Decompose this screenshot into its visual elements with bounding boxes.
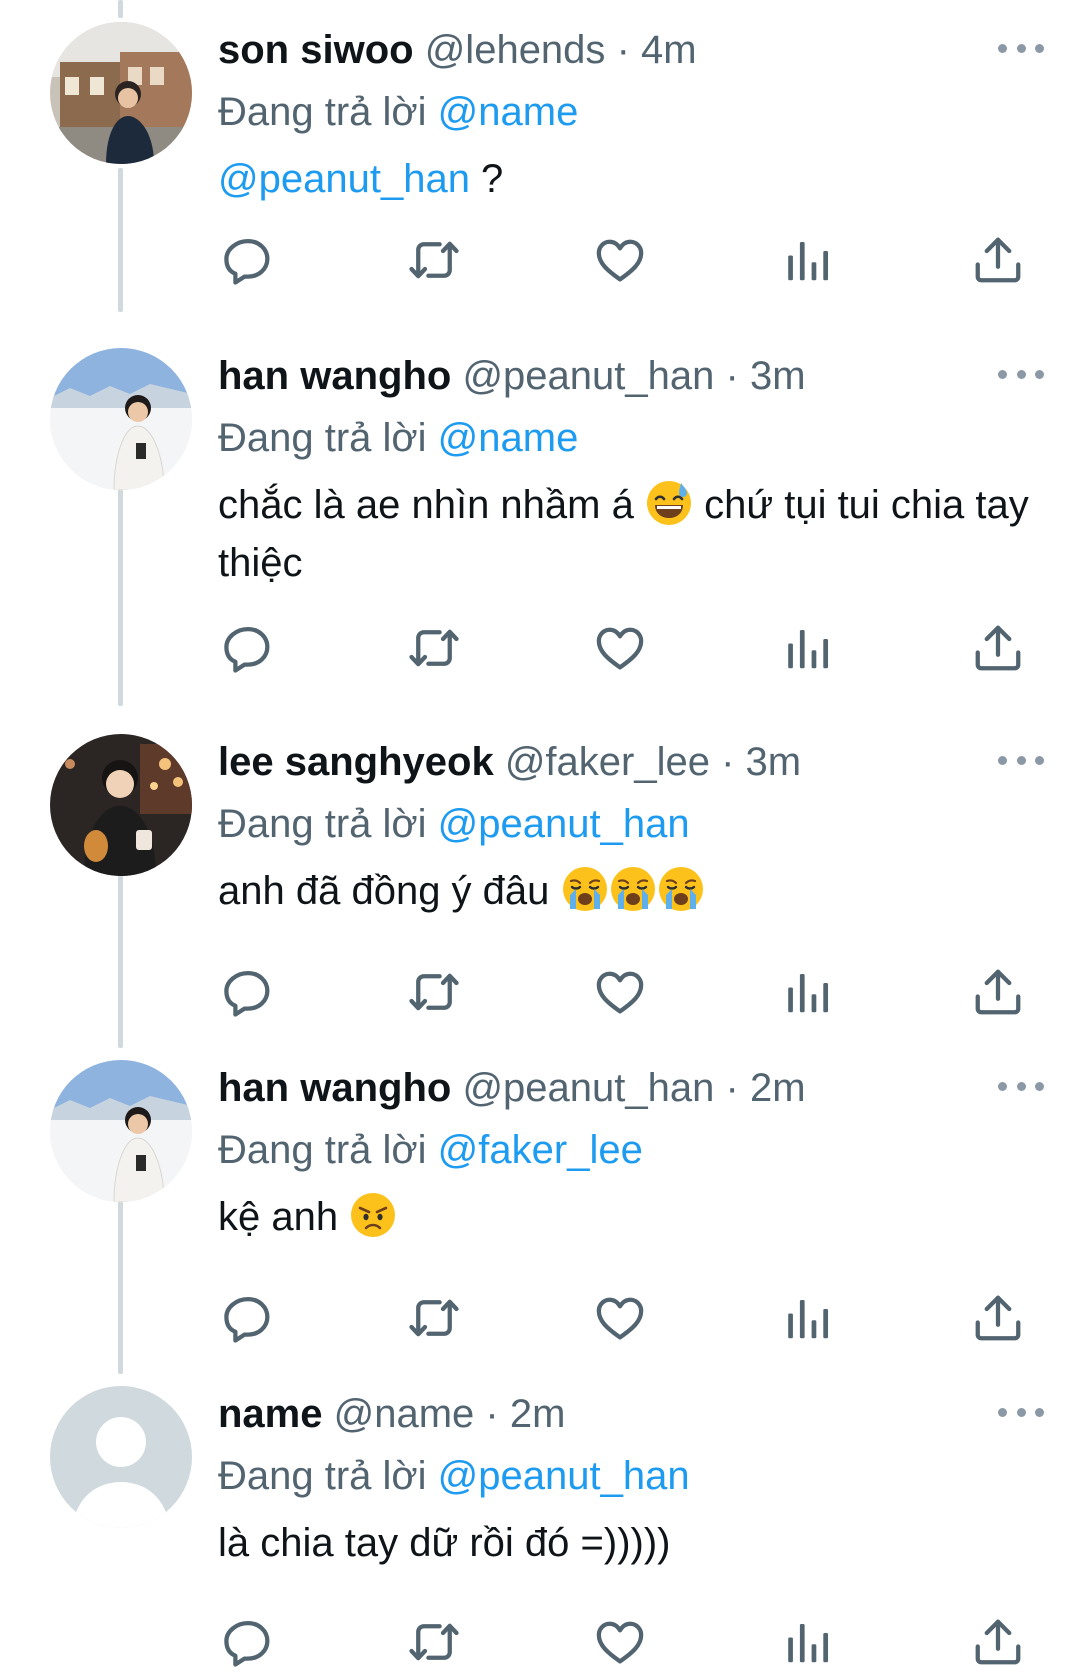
timestamp[interactable]: 2m — [750, 1066, 806, 1110]
tweet-text-content: anh đã đồng ý đâu — [218, 869, 561, 913]
reply-icon[interactable] — [218, 1612, 278, 1672]
separator-dot: · — [725, 1066, 739, 1110]
tweet-text-content: kệ anh — [218, 1195, 350, 1239]
separator-dot: · — [485, 1392, 499, 1436]
display-name[interactable]: son siwoo — [218, 28, 414, 72]
tweet-actions — [218, 1612, 1038, 1672]
reply-icon[interactable] — [218, 230, 278, 290]
more-icon[interactable] — [998, 1402, 1044, 1422]
display-name[interactable]: han wangho — [218, 1066, 451, 1110]
heart-icon[interactable] — [590, 962, 650, 1022]
reply-icon[interactable] — [218, 1288, 278, 1348]
share-icon[interactable] — [968, 1288, 1028, 1348]
reply-prefix: Đang trả lời — [218, 802, 427, 846]
reply-mention-link[interactable]: @name — [438, 90, 579, 134]
timestamp[interactable]: 4m — [641, 28, 697, 72]
views-icon[interactable] — [778, 1288, 838, 1348]
thread-line — [118, 470, 123, 706]
views-icon[interactable] — [778, 962, 838, 1022]
share-icon[interactable] — [968, 962, 1028, 1022]
crying-emoji-icon — [609, 865, 657, 913]
default-avatar[interactable] — [50, 1386, 192, 1528]
reply-prefix: Đang trả lời — [218, 416, 427, 460]
avatar[interactable] — [50, 1060, 192, 1202]
reply-context: Đang trả lời @faker_lee — [218, 1122, 1052, 1178]
heart-icon[interactable] — [590, 1612, 650, 1672]
retweet-icon[interactable] — [404, 1288, 464, 1348]
more-icon[interactable] — [998, 364, 1044, 384]
user-handle[interactable]: @faker_lee — [505, 740, 710, 784]
reply-prefix: Đang trả lời — [218, 1128, 427, 1172]
reply-mention-link[interactable]: @name — [438, 416, 579, 460]
crying-emoji-icon — [657, 865, 705, 913]
user-handle[interactable]: @lehends — [425, 28, 606, 72]
reply-mention-link[interactable]: @peanut_han — [438, 802, 690, 846]
share-icon[interactable] — [968, 1612, 1028, 1672]
thread-line — [118, 0, 123, 18]
display-name[interactable]: han wangho — [218, 354, 451, 398]
reply-context: Đang trả lời @peanut_han — [218, 1448, 1052, 1504]
more-icon[interactable] — [998, 750, 1044, 770]
tweet-actions — [218, 618, 1038, 678]
views-icon[interactable] — [778, 230, 838, 290]
thread-line — [118, 168, 123, 312]
more-icon[interactable] — [998, 1076, 1044, 1096]
more-icon[interactable] — [998, 38, 1044, 58]
views-icon[interactable] — [778, 1612, 838, 1672]
retweet-icon[interactable] — [404, 618, 464, 678]
views-icon[interactable] — [778, 618, 838, 678]
reply-context: Đang trả lời @peanut_han — [218, 796, 1052, 852]
reply-mention-link[interactable]: @peanut_han — [438, 1454, 690, 1498]
separator-dot: · — [725, 354, 739, 398]
reply-prefix: Đang trả lời — [218, 90, 427, 134]
reply-icon[interactable] — [218, 618, 278, 678]
retweet-icon[interactable] — [404, 1612, 464, 1672]
timestamp[interactable]: 3m — [746, 740, 802, 784]
crying-emoji-icon — [561, 865, 609, 913]
tweet-text: là chia tay dữ rồi đó =))))) — [218, 1514, 1058, 1572]
tweet-text: anh đã đồng ý đâu — [218, 862, 1058, 920]
share-icon[interactable] — [968, 230, 1028, 290]
reply-prefix: Đang trả lời — [218, 1454, 427, 1498]
tweet-text-content: chắc là ae nhìn nhầm á — [218, 483, 645, 527]
tweet-actions — [218, 230, 1038, 290]
tweet-text: kệ anh — [218, 1188, 1058, 1246]
heart-icon[interactable] — [590, 230, 650, 290]
user-handle[interactable]: @peanut_han — [462, 354, 714, 398]
reply-context: Đang trả lời @name — [218, 84, 1052, 140]
display-name[interactable]: name — [218, 1392, 323, 1436]
avatar[interactable] — [50, 22, 192, 164]
retweet-icon[interactable] — [404, 230, 464, 290]
timestamp[interactable]: 2m — [510, 1392, 566, 1436]
tweet-actions — [218, 1288, 1038, 1348]
user-handle[interactable]: @peanut_han — [462, 1066, 714, 1110]
tweet-text: @peanut_han ? — [218, 150, 1058, 208]
retweet-icon[interactable] — [404, 962, 464, 1022]
reply-mention-link[interactable]: @faker_lee — [438, 1128, 643, 1172]
timestamp[interactable]: 3m — [750, 354, 806, 398]
share-icon[interactable] — [968, 618, 1028, 678]
mention-link[interactable]: @peanut_han — [218, 157, 470, 201]
heart-icon[interactable] — [590, 618, 650, 678]
user-handle[interactable]: @name — [334, 1392, 475, 1436]
separator-dot: · — [721, 740, 735, 784]
tweet-actions — [218, 962, 1038, 1022]
angry-emoji-icon — [349, 1191, 397, 1239]
avatar[interactable] — [50, 734, 192, 876]
separator-dot: · — [616, 28, 630, 72]
avatar[interactable] — [50, 348, 192, 490]
reply-icon[interactable] — [218, 962, 278, 1022]
heart-icon[interactable] — [590, 1288, 650, 1348]
grinning-sweat-emoji-icon — [645, 479, 693, 527]
display-name[interactable]: lee sanghyeok — [218, 740, 494, 784]
tweet-text-content: là chia tay dữ rồi đó =))))) — [218, 1521, 671, 1565]
tweet-text: chắc là ae nhìn nhầm á chứ tụi tui chia … — [218, 476, 1058, 592]
reply-context: Đang trả lời @name — [218, 410, 1052, 466]
tweet-text-content: ? — [469, 157, 504, 201]
